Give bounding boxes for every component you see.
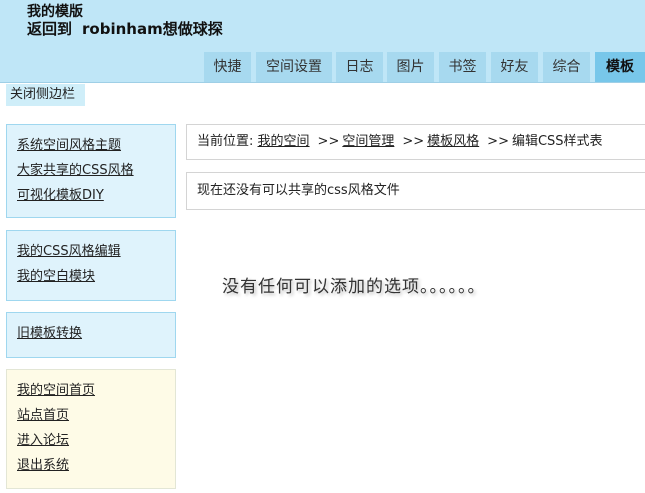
breadcrumb-template-style[interactable]: 模板风格: [427, 134, 479, 149]
tab-blog[interactable]: 日志: [336, 52, 383, 82]
sidebar-link-site-home[interactable]: 站点首页: [17, 403, 165, 428]
breadcrumb-separator: >>: [402, 134, 425, 149]
breadcrumb-separator: >>: [317, 134, 340, 149]
sidebar-link-my-css-edit[interactable]: 我的CSS风格编辑: [17, 239, 165, 264]
tab-shortcut[interactable]: 快捷: [204, 52, 251, 82]
tab-space-settings[interactable]: 空间设置: [256, 52, 332, 82]
tab-friends[interactable]: 好友: [491, 52, 538, 82]
back-link-row: 返回到 robinham想做球探: [27, 18, 223, 39]
breadcrumb-space-management[interactable]: 空间管理: [342, 134, 394, 149]
sidebar-group-navigation: 我的空间首页 站点首页 进入论坛 退出系统: [6, 369, 176, 489]
close-sidebar-button[interactable]: 关闭侧边栏: [6, 84, 85, 106]
back-link[interactable]: robinham想做球探: [82, 20, 223, 38]
sidebar-link-shared-css[interactable]: 大家共享的CSS风格: [17, 158, 165, 183]
sidebar-group-legacy: 旧模板转换: [6, 312, 176, 358]
sidebar-link-logout[interactable]: 退出系统: [17, 453, 165, 478]
breadcrumb-prefix: 当前位置:: [197, 134, 254, 149]
sidebar-link-my-space-home[interactable]: 我的空间首页: [17, 378, 165, 403]
breadcrumb: 当前位置: 我的空间 >> 空间管理 >> 模板风格 >> 编辑CSS样式表: [186, 124, 645, 160]
tab-photos[interactable]: 图片: [387, 52, 434, 82]
sidebar-link-forum[interactable]: 进入论坛: [17, 428, 165, 453]
empty-options-message: 没有任何可以添加的选项。。。。。。: [222, 277, 486, 297]
header: 我的模版 返回到 robinham想做球探 快捷 空间设置 日志 图片 书签 好友…: [0, 0, 645, 83]
breadcrumb-separator: >>: [487, 134, 509, 149]
sidebar-group-my-css: 我的CSS风格编辑 我的空白模块: [6, 230, 176, 301]
sidebar-link-old-template-convert[interactable]: 旧模板转换: [17, 321, 165, 346]
breadcrumb-current: 编辑CSS样式表: [511, 134, 603, 149]
back-prefix: 返回到: [27, 20, 73, 38]
tab-templates[interactable]: 模板: [595, 52, 645, 82]
sidebar-link-visual-diy[interactable]: 可视化模板DIY: [17, 183, 165, 208]
sidebar-link-my-blank-module[interactable]: 我的空白模块: [17, 264, 165, 289]
tab-bar: 快捷 空间设置 日志 图片 书签 好友 综合 模板: [0, 52, 645, 82]
sidebar-link-system-themes[interactable]: 系统空间风格主题: [17, 133, 165, 158]
no-shared-css-notice: 现在还没有可以共享的css风格文件: [186, 172, 645, 210]
tab-general[interactable]: 综合: [543, 52, 590, 82]
sidebar-group-styles: 系统空间风格主题 大家共享的CSS风格 可视化模板DIY: [6, 124, 176, 218]
breadcrumb-my-space[interactable]: 我的空间: [258, 134, 310, 149]
tab-bookmarks[interactable]: 书签: [439, 52, 486, 82]
